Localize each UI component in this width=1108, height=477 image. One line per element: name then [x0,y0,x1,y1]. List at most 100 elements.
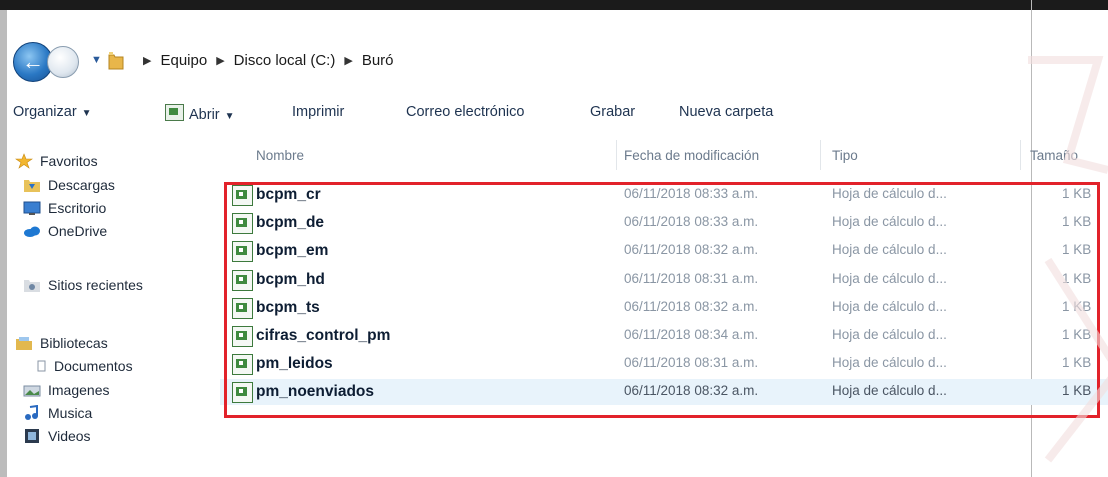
file-name: pm_noenviados [256,383,374,400]
file-date: 06/11/2018 08:32 a.m. [624,383,759,398]
file-size: 1 KB [1062,355,1092,370]
excel-file-icon [232,298,253,319]
nav-item-label: Escritorio [48,200,107,216]
library-icon [16,337,32,350]
breadcrumb-equipo[interactable]: Equipo [160,52,207,69]
chevron-down-icon: ▼ [224,111,235,122]
chevron-right-icon[interactable]: ▶ [344,54,352,67]
file-name: cifras_control_pm [256,327,391,344]
nav-favorites-label: Favoritos [40,153,98,169]
file-size: 1 KB [1062,383,1092,398]
arrow-left-icon: ← [22,49,44,74]
excel-file-icon [232,354,253,375]
excel-icon [165,104,184,121]
new-folder-button[interactable]: Nueva carpeta [679,104,773,120]
file-row[interactable]: bcpm_ts 06/11/2018 08:32 a.m. Hoja de cá… [220,295,1108,321]
chevron-right-icon[interactable]: ▶ [143,54,151,67]
column-divider[interactable] [616,140,617,170]
file-date: 06/11/2018 08:33 a.m. [624,214,759,229]
file-type: Hoja de cálculo d... [832,355,947,370]
file-name: bcpm_cr [256,186,321,203]
file-type: Hoja de cálculo d... [832,214,947,229]
recent-pages-dropdown[interactable]: ▼ [91,54,102,66]
file-row[interactable]: bcpm_hd 06/11/2018 08:31 a.m. Hoja de cá… [220,267,1108,293]
column-header-size[interactable]: Tamaño [1030,148,1078,163]
video-icon [25,429,39,443]
file-size: 1 KB [1062,186,1092,201]
column-divider[interactable] [820,140,821,170]
file-row[interactable]: bcpm_em 06/11/2018 08:32 a.m. Hoja de cá… [220,238,1108,264]
excel-file-icon [232,185,253,206]
excel-file-icon [232,326,253,347]
address-bar: ← ▼ ▶ Equipo ▶ Disco local (C:) ▶ Buró [7,42,1031,86]
recent-places-icon [24,280,40,292]
file-type: Hoja de cálculo d... [832,271,947,286]
file-date: 06/11/2018 08:33 a.m. [624,186,759,201]
breadcrumb-disco-local[interactable]: Disco local (C:) [234,52,336,69]
nav-item-videos[interactable]: Videos [23,425,91,447]
nav-item-documentos[interactable]: Documentos [37,355,133,377]
column-header-type[interactable]: Tipo [832,148,858,163]
excel-file-icon [232,382,253,403]
nav-item-imagenes[interactable]: Imagenes [23,379,109,401]
breadcrumb-buro[interactable]: Buró [362,52,394,69]
cloud-icon [24,226,40,237]
window-top-border [0,0,1108,10]
file-row-selected[interactable]: pm_noenviados 06/11/2018 08:32 a.m. Hoja… [220,379,1108,405]
file-type: Hoja de cálculo d... [832,186,947,201]
file-name: bcpm_de [256,214,325,231]
file-row[interactable]: bcpm_de 06/11/2018 08:33 a.m. Hoja de cá… [220,210,1108,236]
forward-button[interactable] [47,46,79,78]
star-icon [15,153,33,169]
file-name: bcpm_ts [256,299,320,316]
organize-button[interactable]: Organizar ▼ [13,104,92,120]
column-header-date[interactable]: Fecha de modificación [624,148,759,163]
file-row[interactable]: bcpm_cr 06/11/2018 08:33 a.m. Hoja de cá… [220,182,1108,208]
nav-item-escritorio[interactable]: Escritorio [23,197,106,219]
music-icon [25,405,38,420]
window-left-border [0,10,7,477]
file-date: 06/11/2018 08:32 a.m. [624,299,759,314]
chevron-down-icon: ▼ [81,108,92,119]
file-name: bcpm_em [256,242,329,259]
excel-file-icon [232,270,253,291]
nav-item-onedrive[interactable]: OneDrive [23,220,107,242]
nav-libraries[interactable]: Bibliotecas [15,332,108,354]
nav-favorites[interactable]: Favoritos [15,150,98,172]
command-bar: Organizar ▼ Abrir ▼ Imprimir Correo electr… [7,92,1031,136]
nav-libraries-label: Bibliotecas [40,335,108,351]
burn-button[interactable]: Grabar [590,104,635,120]
downloads-folder-icon [24,180,40,192]
file-row[interactable]: pm_leidos 06/11/2018 08:31 a.m. Hoja de … [220,351,1108,377]
column-divider[interactable] [1020,140,1021,170]
file-type: Hoja de cálculo d... [832,299,947,314]
open-button[interactable]: Abrir ▼ [165,104,235,123]
file-name: bcpm_hd [256,271,325,288]
file-size: 1 KB [1062,242,1092,257]
file-type: Hoja de cálculo d... [832,327,947,342]
file-type: Hoja de cálculo d... [832,383,947,398]
nav-item-descargas[interactable]: Descargas [23,174,115,196]
chevron-right-icon[interactable]: ▶ [216,54,224,67]
breadcrumb: ▶ Equipo ▶ Disco local (C:) ▶ Buró [134,52,394,69]
file-name: pm_leidos [256,355,333,372]
excel-file-icon [232,241,253,262]
navigation-pane: Favoritos Descargas Escritorio OneDrive … [7,140,217,477]
nav-item-musica[interactable]: Musica [23,402,92,424]
nav-item-label: Sitios recientes [48,277,143,293]
nav-item-label: Imagenes [48,382,110,398]
file-size: 1 KB [1062,214,1092,229]
file-list: bcpm_cr 06/11/2018 08:33 a.m. Hoja de cá… [220,180,1108,420]
email-button[interactable]: Correo electrónico [406,104,524,120]
file-size: 1 KB [1062,271,1092,286]
column-header-name[interactable]: Nombre [256,148,304,163]
print-button[interactable]: Imprimir [292,104,344,120]
folder-icon [108,52,124,70]
file-date: 06/11/2018 08:32 a.m. [624,242,759,257]
nav-item-label: Descargas [48,177,115,193]
file-row[interactable]: cifras_control_pm 06/11/2018 08:34 a.m. … [220,323,1108,349]
organize-label: Organizar [13,104,77,120]
pictures-icon [23,385,41,397]
desktop-icon [23,201,41,215]
nav-item-sitios-recientes[interactable]: Sitios recientes [23,274,143,296]
